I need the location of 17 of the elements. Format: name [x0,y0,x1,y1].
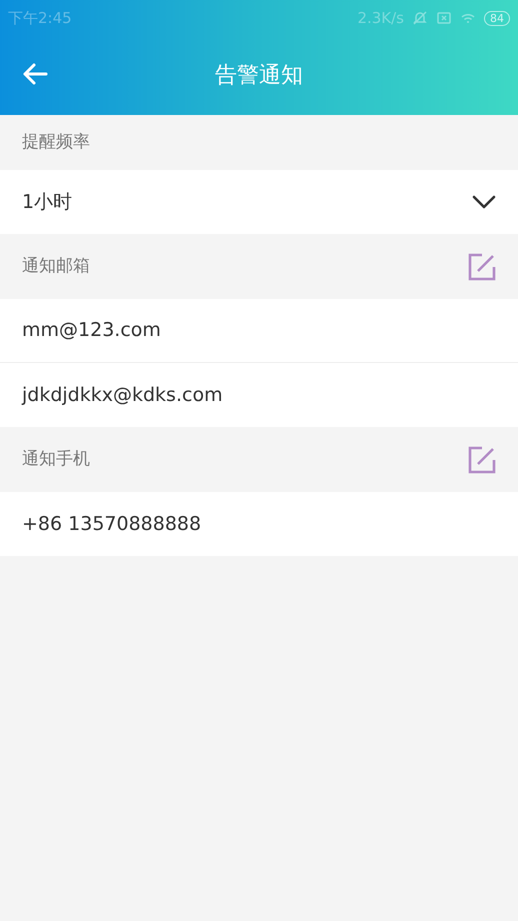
back-icon[interactable] [22,62,48,86]
section-label: 提醒频率 [22,130,90,154]
battery-level: 84 [484,10,510,26]
section-label: 通知邮箱 [22,254,90,278]
section-label: 通知手机 [22,448,90,471]
status-time: 下午2:45 [8,8,72,29]
frequency-dropdown[interactable]: 1小时 [0,170,518,234]
contact-entry: jdkdjdkkx@kdks.com [22,382,223,408]
network-speed: 2.3K/s [357,8,404,29]
sim-icon [436,10,452,26]
contact-entry: +86 13570888888 [22,512,202,537]
chevron-down-icon [472,195,496,209]
page-title: 告警通知 [215,62,303,90]
edit-icon[interactable] [468,252,496,280]
bell-muted-icon [412,10,428,26]
contact-entry: mm@123.com [22,318,161,344]
edit-icon[interactable] [468,446,496,474]
